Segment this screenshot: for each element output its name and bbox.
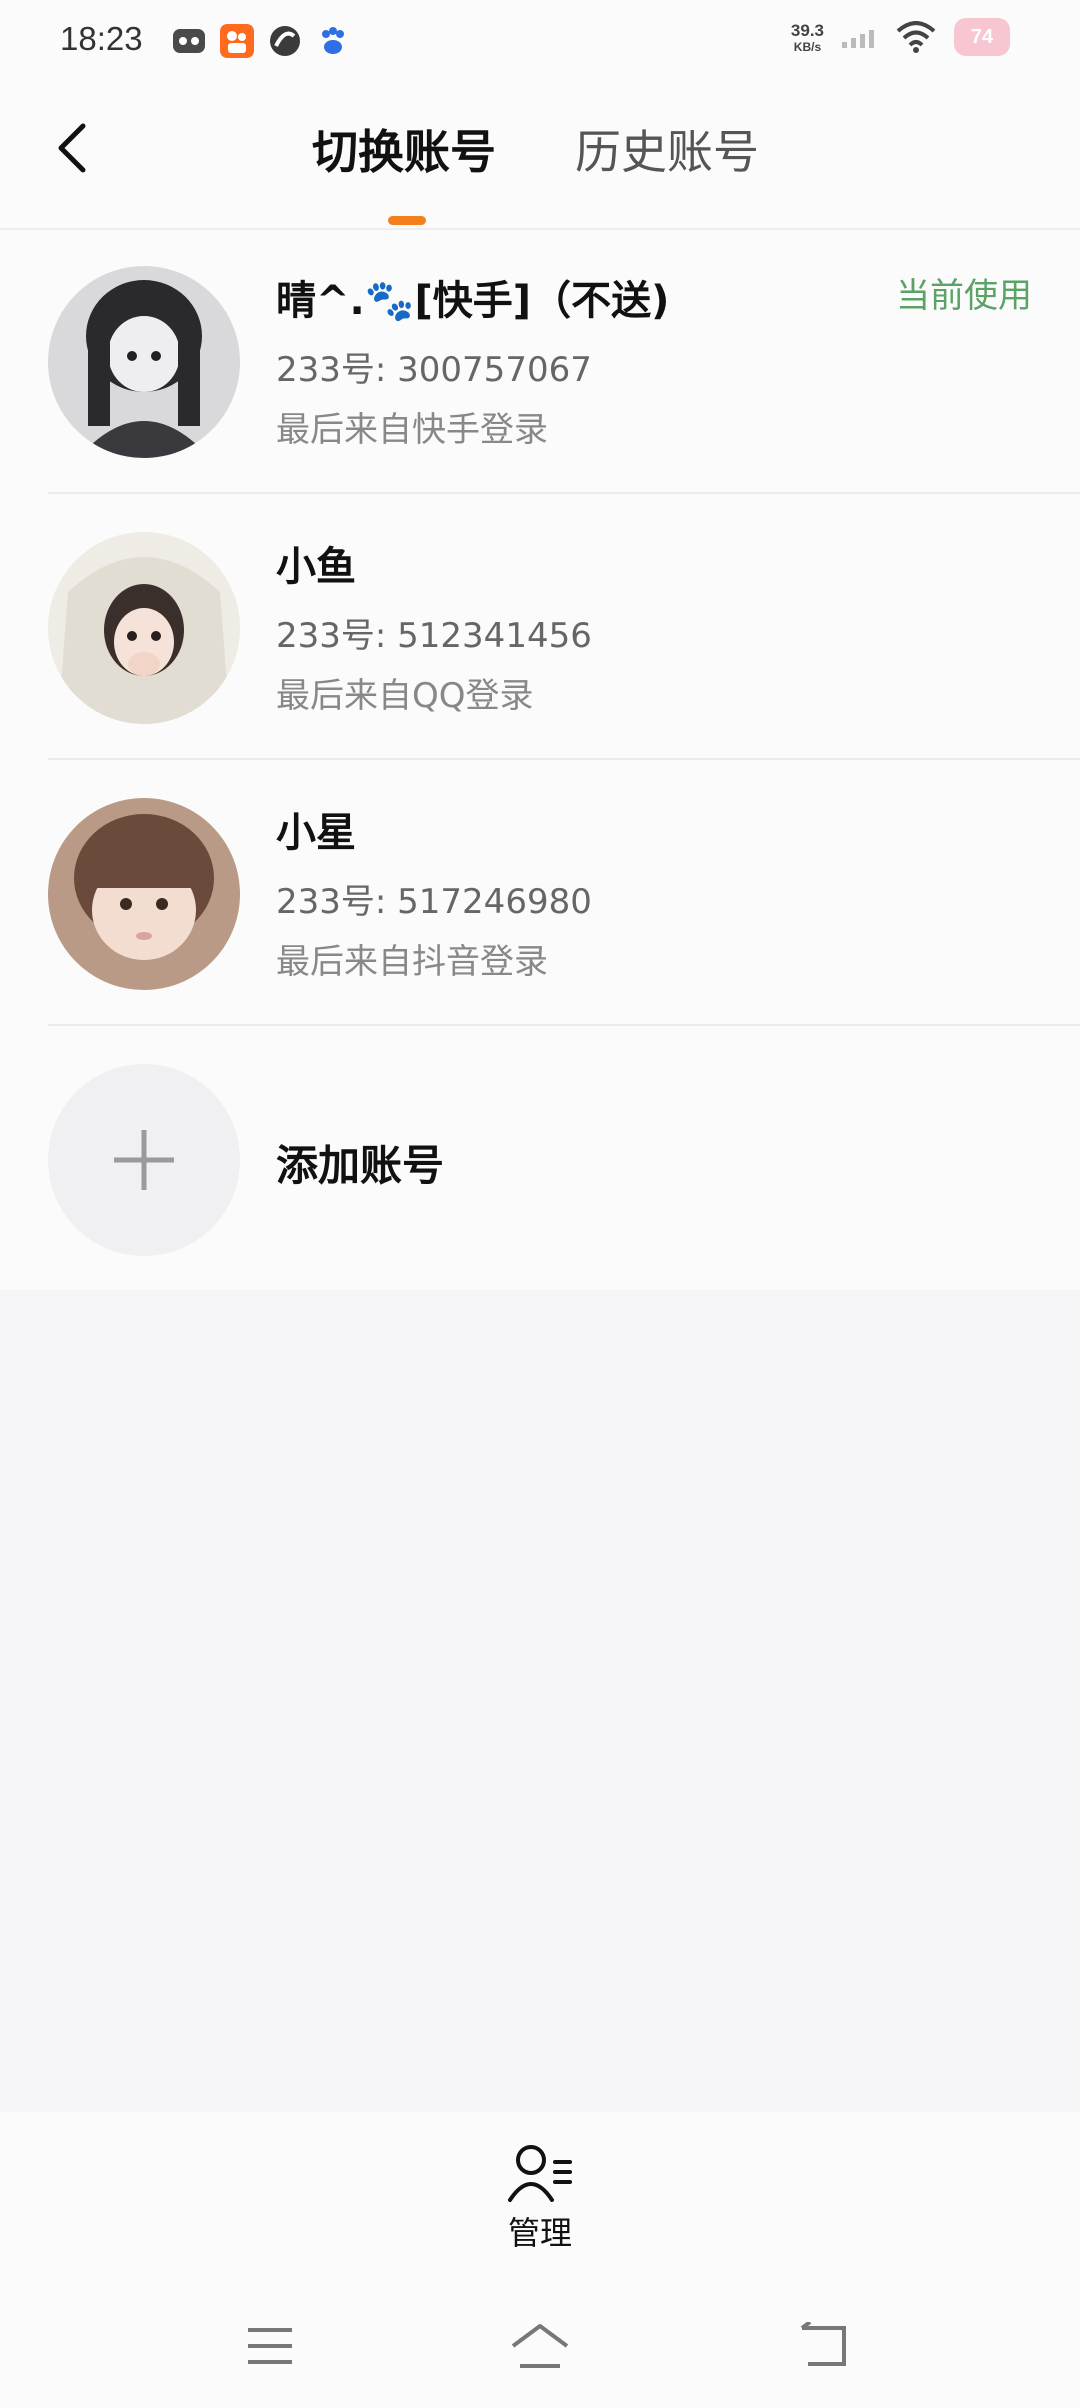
account-name: 小星 xyxy=(276,810,356,856)
user-manage-icon xyxy=(508,2145,572,2202)
baidu-paw-icon xyxy=(322,27,344,54)
current-account-badge: 当前使用 xyxy=(896,276,1032,316)
status-app-icons xyxy=(172,24,350,58)
battery-level: 74 xyxy=(970,25,994,48)
signal-icon xyxy=(842,30,874,48)
swirl-app-icon xyxy=(270,26,300,56)
home-icon xyxy=(511,2324,569,2368)
nav-back-button[interactable] xyxy=(792,2314,856,2378)
account-id: 233号: 300757067 xyxy=(276,350,592,390)
account-id: 233号: 512341456 xyxy=(276,616,592,656)
add-account-row[interactable]: 添加账号 xyxy=(0,1028,1080,1292)
account-row[interactable]: 晴^.🐾[快手]（不送) 当前使用 233号: 300757067 最后来自快手… xyxy=(0,230,1080,494)
back-icon xyxy=(800,2322,846,2366)
account-id: 233号: 517246980 xyxy=(276,882,592,922)
system-navigation-bar xyxy=(0,2278,1080,2408)
avatar xyxy=(48,532,240,724)
account-name: 小鱼 xyxy=(276,544,356,590)
menu-icon xyxy=(248,2328,292,2364)
back-arrow-icon xyxy=(58,123,86,173)
back-button[interactable] xyxy=(42,118,102,178)
add-account-label: 添加账号 xyxy=(276,1141,445,1190)
status-time: 18:23 xyxy=(60,20,143,57)
nav-menu-button[interactable] xyxy=(238,2314,302,2378)
account-login-source: 最后来自QQ登录 xyxy=(276,676,534,716)
account-name: 晴^.🐾[快手]（不送) xyxy=(276,278,670,324)
avatar xyxy=(48,266,240,458)
tab-active-indicator xyxy=(388,216,426,225)
manage-button[interactable]: 管理 xyxy=(490,2142,590,2254)
nav-home-button[interactable] xyxy=(508,2314,572,2378)
account-login-source: 最后来自快手登录 xyxy=(276,410,548,450)
status-indicators: 39.3 KB/s 74 xyxy=(791,18,1010,56)
status-bar: 18:23 39.3 KB/s 74 xyxy=(0,0,1080,82)
header: 切换账号 历史账号 xyxy=(0,82,1080,230)
bottom-manage-bar: 管理 xyxy=(0,2112,1080,2278)
tab-switch-account[interactable]: 切换账号 xyxy=(312,124,496,180)
tab-history-account[interactable]: 历史账号 xyxy=(575,124,759,180)
gamepad-icon xyxy=(173,29,205,53)
manage-label: 管理 xyxy=(507,2214,572,2252)
battery-icon: 74 xyxy=(954,18,1010,56)
avatar xyxy=(48,798,240,990)
kuaishou-icon xyxy=(220,24,254,58)
plus-icon xyxy=(114,1130,174,1190)
net-speed-value: 39.3 xyxy=(790,20,824,40)
account-list: 晴^.🐾[快手]（不送) 当前使用 233号: 300757067 最后来自快手… xyxy=(0,230,1080,1290)
add-account-button[interactable] xyxy=(48,1064,240,1256)
net-speed: 39.3 KB/s xyxy=(791,22,824,53)
net-speed-unit: KB/s xyxy=(793,39,822,54)
account-row[interactable]: 小鱼 233号: 512341456 最后来自QQ登录 xyxy=(0,496,1080,760)
account-row[interactable]: 小星 233号: 517246980 最后来自抖音登录 xyxy=(0,762,1080,1026)
wifi-icon xyxy=(896,21,936,53)
account-login-source: 最后来自抖音登录 xyxy=(276,942,548,982)
